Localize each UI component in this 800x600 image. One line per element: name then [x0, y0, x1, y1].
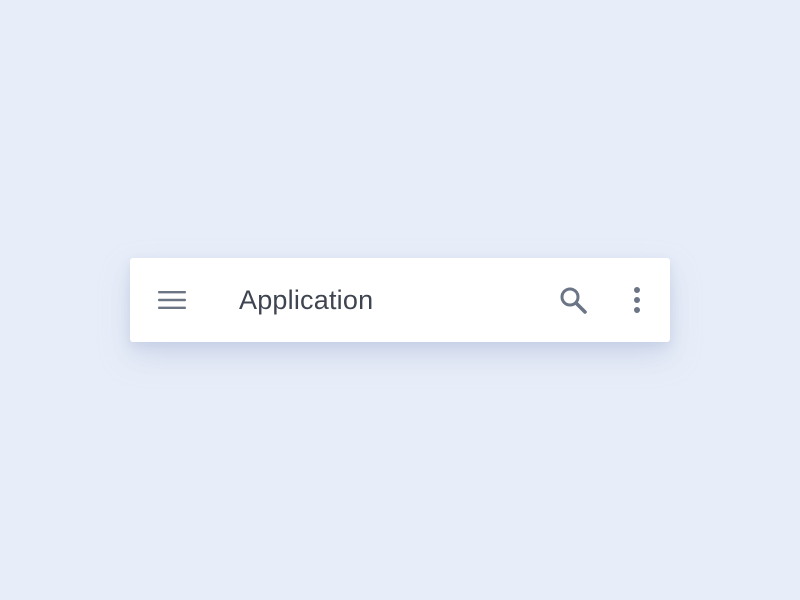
- app-title: Application: [239, 285, 374, 315]
- app-toolbar: Application: [130, 258, 670, 342]
- menu-button[interactable]: [154, 282, 190, 318]
- more-vertical-icon: [633, 287, 641, 313]
- search-button[interactable]: [555, 282, 591, 318]
- hamburger-menu-icon: [158, 290, 186, 310]
- search-icon: [559, 286, 587, 314]
- more-options-button[interactable]: [619, 282, 655, 318]
